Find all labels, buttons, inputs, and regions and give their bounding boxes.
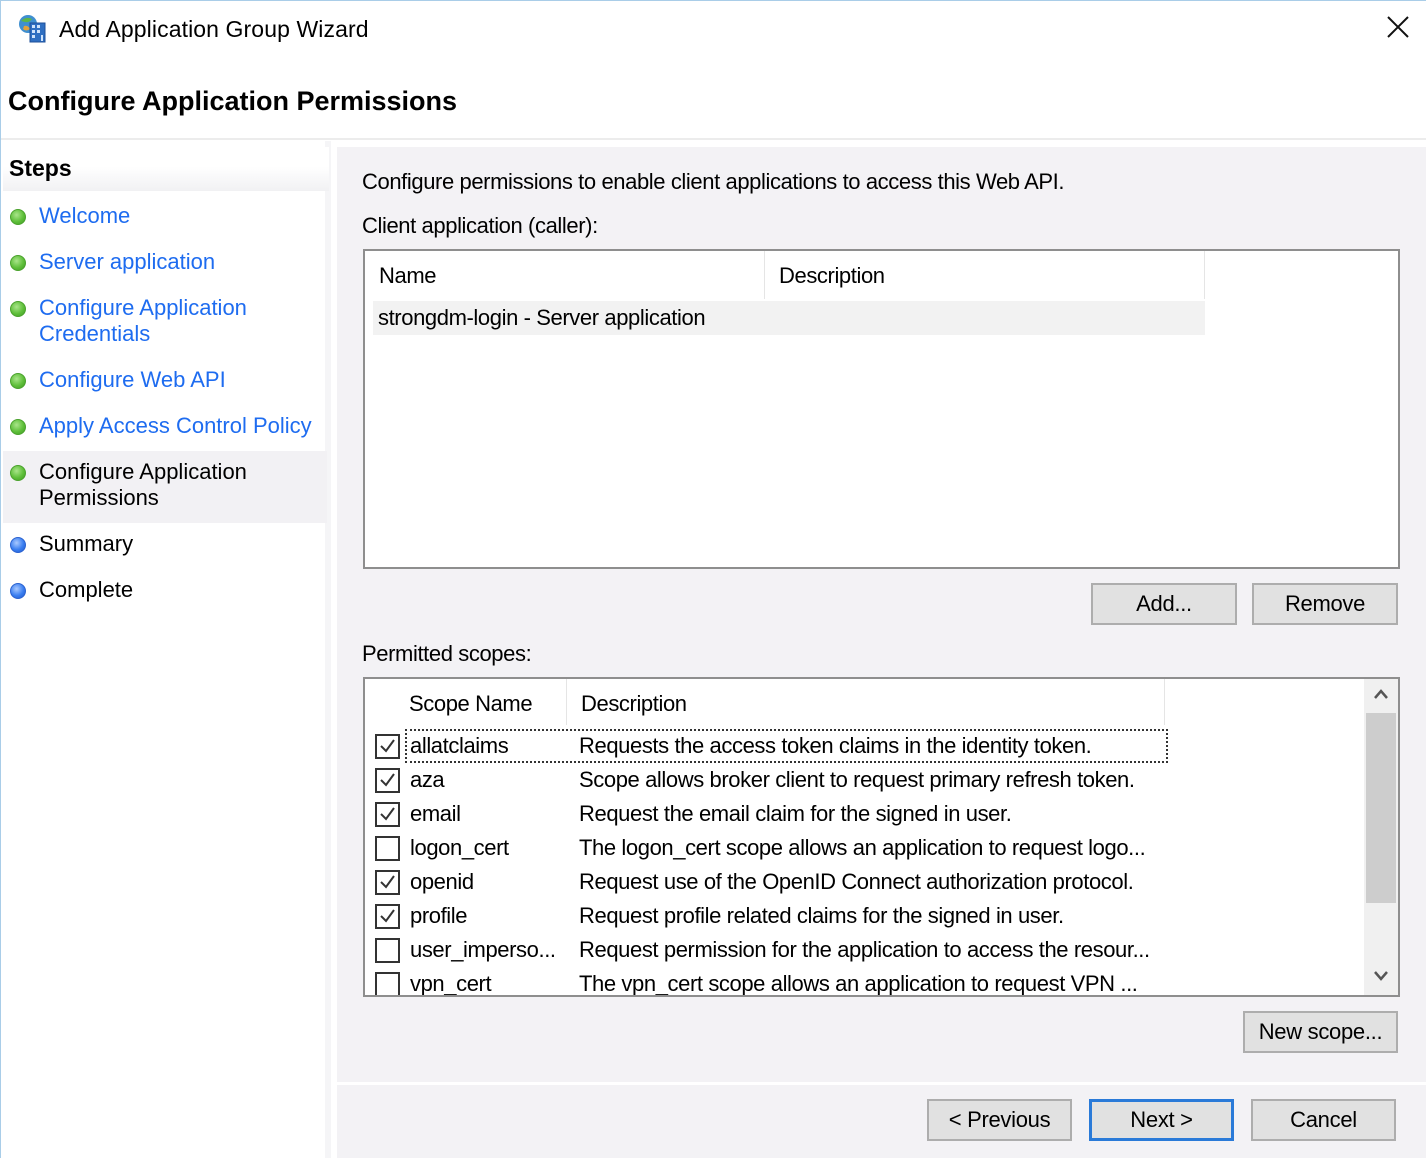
step-label: Configure Application Permissions xyxy=(39,459,247,510)
scope-description: Request profile related claims for the s… xyxy=(579,903,1064,928)
step-server-application[interactable]: Server application xyxy=(3,245,327,283)
permitted-scopes-list[interactable]: Scope Name Description allatclaims Reques… xyxy=(363,677,1400,997)
chevron-up-icon xyxy=(1373,687,1389,705)
step-complete-icon xyxy=(10,301,26,317)
scope-checkbox[interactable] xyxy=(375,768,400,793)
steps-sidebar: Steps Welcome Server application Configu… xyxy=(1,141,331,1158)
chevron-down-icon xyxy=(1373,969,1389,987)
close-button[interactable] xyxy=(1378,9,1418,49)
scope-name: allatclaims xyxy=(410,733,509,758)
scope-description: Requests the access token claims in the … xyxy=(579,733,1092,758)
scrollbar-thumb[interactable] xyxy=(1366,713,1396,903)
step-complete-icon xyxy=(10,465,26,481)
scope-checkbox[interactable] xyxy=(375,904,400,929)
add-button[interactable]: Add... xyxy=(1091,583,1237,625)
steps-header: Steps xyxy=(3,147,329,191)
page-title: Configure Application Permissions xyxy=(8,86,458,116)
scope-row[interactable]: aza Scope allows broker client to request… xyxy=(365,763,1165,797)
step-configure-application-credentials[interactable]: Configure Application Credentials xyxy=(3,291,327,351)
scope-name: openid xyxy=(410,869,474,894)
step-complete: Complete xyxy=(3,573,327,611)
scope-name: email xyxy=(410,801,461,826)
scope-checkbox[interactable] xyxy=(375,870,400,895)
scope-checkbox[interactable] xyxy=(375,734,400,759)
scope-description: Request permission for the application t… xyxy=(579,937,1150,962)
step-label[interactable]: Configure Application Credentials xyxy=(39,295,269,347)
checkmark-icon xyxy=(380,807,395,821)
scope-name: vpn_cert xyxy=(410,971,492,996)
column-header-name[interactable]: Name xyxy=(365,251,765,299)
scroll-up-button[interactable] xyxy=(1364,679,1398,713)
checkmark-icon xyxy=(380,875,395,889)
scroll-down-button[interactable] xyxy=(1364,961,1398,995)
checkmark-icon xyxy=(380,739,395,753)
vertical-scrollbar[interactable] xyxy=(1364,679,1398,995)
step-label[interactable]: Configure Web API xyxy=(39,367,226,393)
scope-row[interactable]: allatclaims Requests the access token cla… xyxy=(365,729,1165,763)
close-icon xyxy=(1386,15,1410,44)
checkmark-icon xyxy=(380,909,395,923)
step-welcome[interactable]: Welcome xyxy=(3,199,327,237)
cancel-button[interactable]: Cancel xyxy=(1251,1099,1396,1141)
permitted-scopes-label: Permitted scopes: xyxy=(362,641,532,666)
scope-row[interactable]: profile Request profile related claims fo… xyxy=(365,899,1165,933)
scope-checkbox[interactable] xyxy=(375,802,400,827)
scope-description: Request use of the OpenID Connect author… xyxy=(579,869,1134,894)
client-row[interactable]: strongdm-login - Server application xyxy=(373,301,1205,335)
scope-row[interactable]: openid Request use of the OpenID Connect … xyxy=(365,865,1165,899)
scope-description: Request the email claim for the signed i… xyxy=(579,801,1012,826)
header-divider xyxy=(1,138,1426,140)
application-group-wizard-icon xyxy=(17,13,49,45)
wizard-window: Add Application Group Wizard Configure A… xyxy=(0,0,1426,1158)
remove-button[interactable]: Remove xyxy=(1252,583,1398,625)
step-complete-icon xyxy=(10,255,26,271)
window-title: Add Application Group Wizard xyxy=(59,16,369,42)
scope-name: aza xyxy=(410,767,445,792)
scope-description: The logon_cert scope allows an applicati… xyxy=(579,835,1146,860)
title-bar: Add Application Group Wizard xyxy=(1,1,1426,61)
scope-row[interactable]: user_imperso... Request permission for th… xyxy=(365,933,1165,967)
scope-checkbox[interactable] xyxy=(375,836,400,861)
scope-list-header: Scope Name Description xyxy=(365,679,1165,725)
step-summary: Summary xyxy=(3,527,327,565)
steps-title: Steps xyxy=(9,155,72,181)
column-header-description[interactable]: Description xyxy=(765,251,1205,299)
scope-checkbox[interactable] xyxy=(375,972,400,995)
wizard-footer: < Previous Next > Cancel xyxy=(337,1085,1426,1158)
client-list-header: Name Description xyxy=(365,251,1205,299)
step-complete-icon xyxy=(10,373,26,389)
step-pending-icon xyxy=(10,583,26,599)
step-label: Complete xyxy=(39,577,134,602)
previous-button[interactable]: < Previous xyxy=(927,1099,1072,1141)
client-name: strongdm-login - Server application xyxy=(378,305,706,330)
intro-text: Configure permissions to enable client a… xyxy=(362,169,1065,194)
new-scope-button[interactable]: New scope... xyxy=(1243,1011,1398,1053)
content-panel: Configure permissions to enable client a… xyxy=(337,147,1426,1082)
scope-name: profile xyxy=(410,903,468,928)
checkmark-icon xyxy=(380,773,395,787)
scope-description: Scope allows broker client to request pr… xyxy=(579,767,1135,792)
step-pending-icon xyxy=(10,537,26,553)
step-label[interactable]: Server application xyxy=(39,249,215,275)
client-application-list[interactable]: Name Description strongdm-login - Server… xyxy=(363,249,1400,569)
step-label[interactable]: Apply Access Control Policy xyxy=(39,413,312,439)
client-application-label: Client application (caller): xyxy=(362,213,598,238)
column-header-scope-name[interactable]: Scope Name xyxy=(365,679,567,725)
step-label: Summary xyxy=(39,531,134,556)
step-configure-web-api[interactable]: Configure Web API xyxy=(3,363,327,401)
scope-row[interactable]: logon_cert The logon_cert scope allows an… xyxy=(365,831,1165,865)
step-complete-icon xyxy=(10,209,26,225)
step-configure-application-permissions: Configure Application Permissions xyxy=(3,451,327,523)
next-button[interactable]: Next > xyxy=(1089,1099,1234,1141)
scope-name: logon_cert xyxy=(410,835,509,860)
step-apply-access-control-policy[interactable]: Apply Access Control Policy xyxy=(3,409,327,447)
scope-row[interactable]: vpn_cert The vpn_cert scope allows an app… xyxy=(365,967,1165,996)
scope-name: user_imperso... xyxy=(410,937,556,962)
step-complete-icon xyxy=(10,419,26,435)
step-label[interactable]: Welcome xyxy=(39,203,130,229)
scope-description: The vpn_cert scope allows an application… xyxy=(579,971,1138,996)
column-header-scope-description[interactable]: Description xyxy=(567,679,1165,725)
scope-row[interactable]: email Request the email claim for the sig… xyxy=(365,797,1165,831)
scope-checkbox[interactable] xyxy=(375,938,400,963)
